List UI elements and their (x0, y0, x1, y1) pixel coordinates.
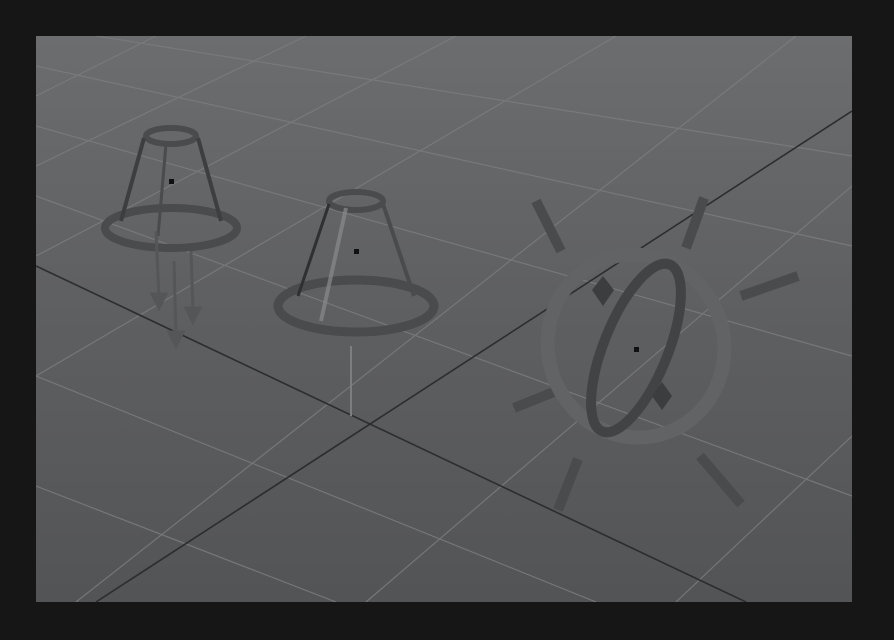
viewport-canvas[interactable] (36, 36, 852, 602)
viewport-3d[interactable] (36, 36, 852, 602)
app-window (0, 0, 894, 640)
ground-grid (36, 36, 852, 602)
